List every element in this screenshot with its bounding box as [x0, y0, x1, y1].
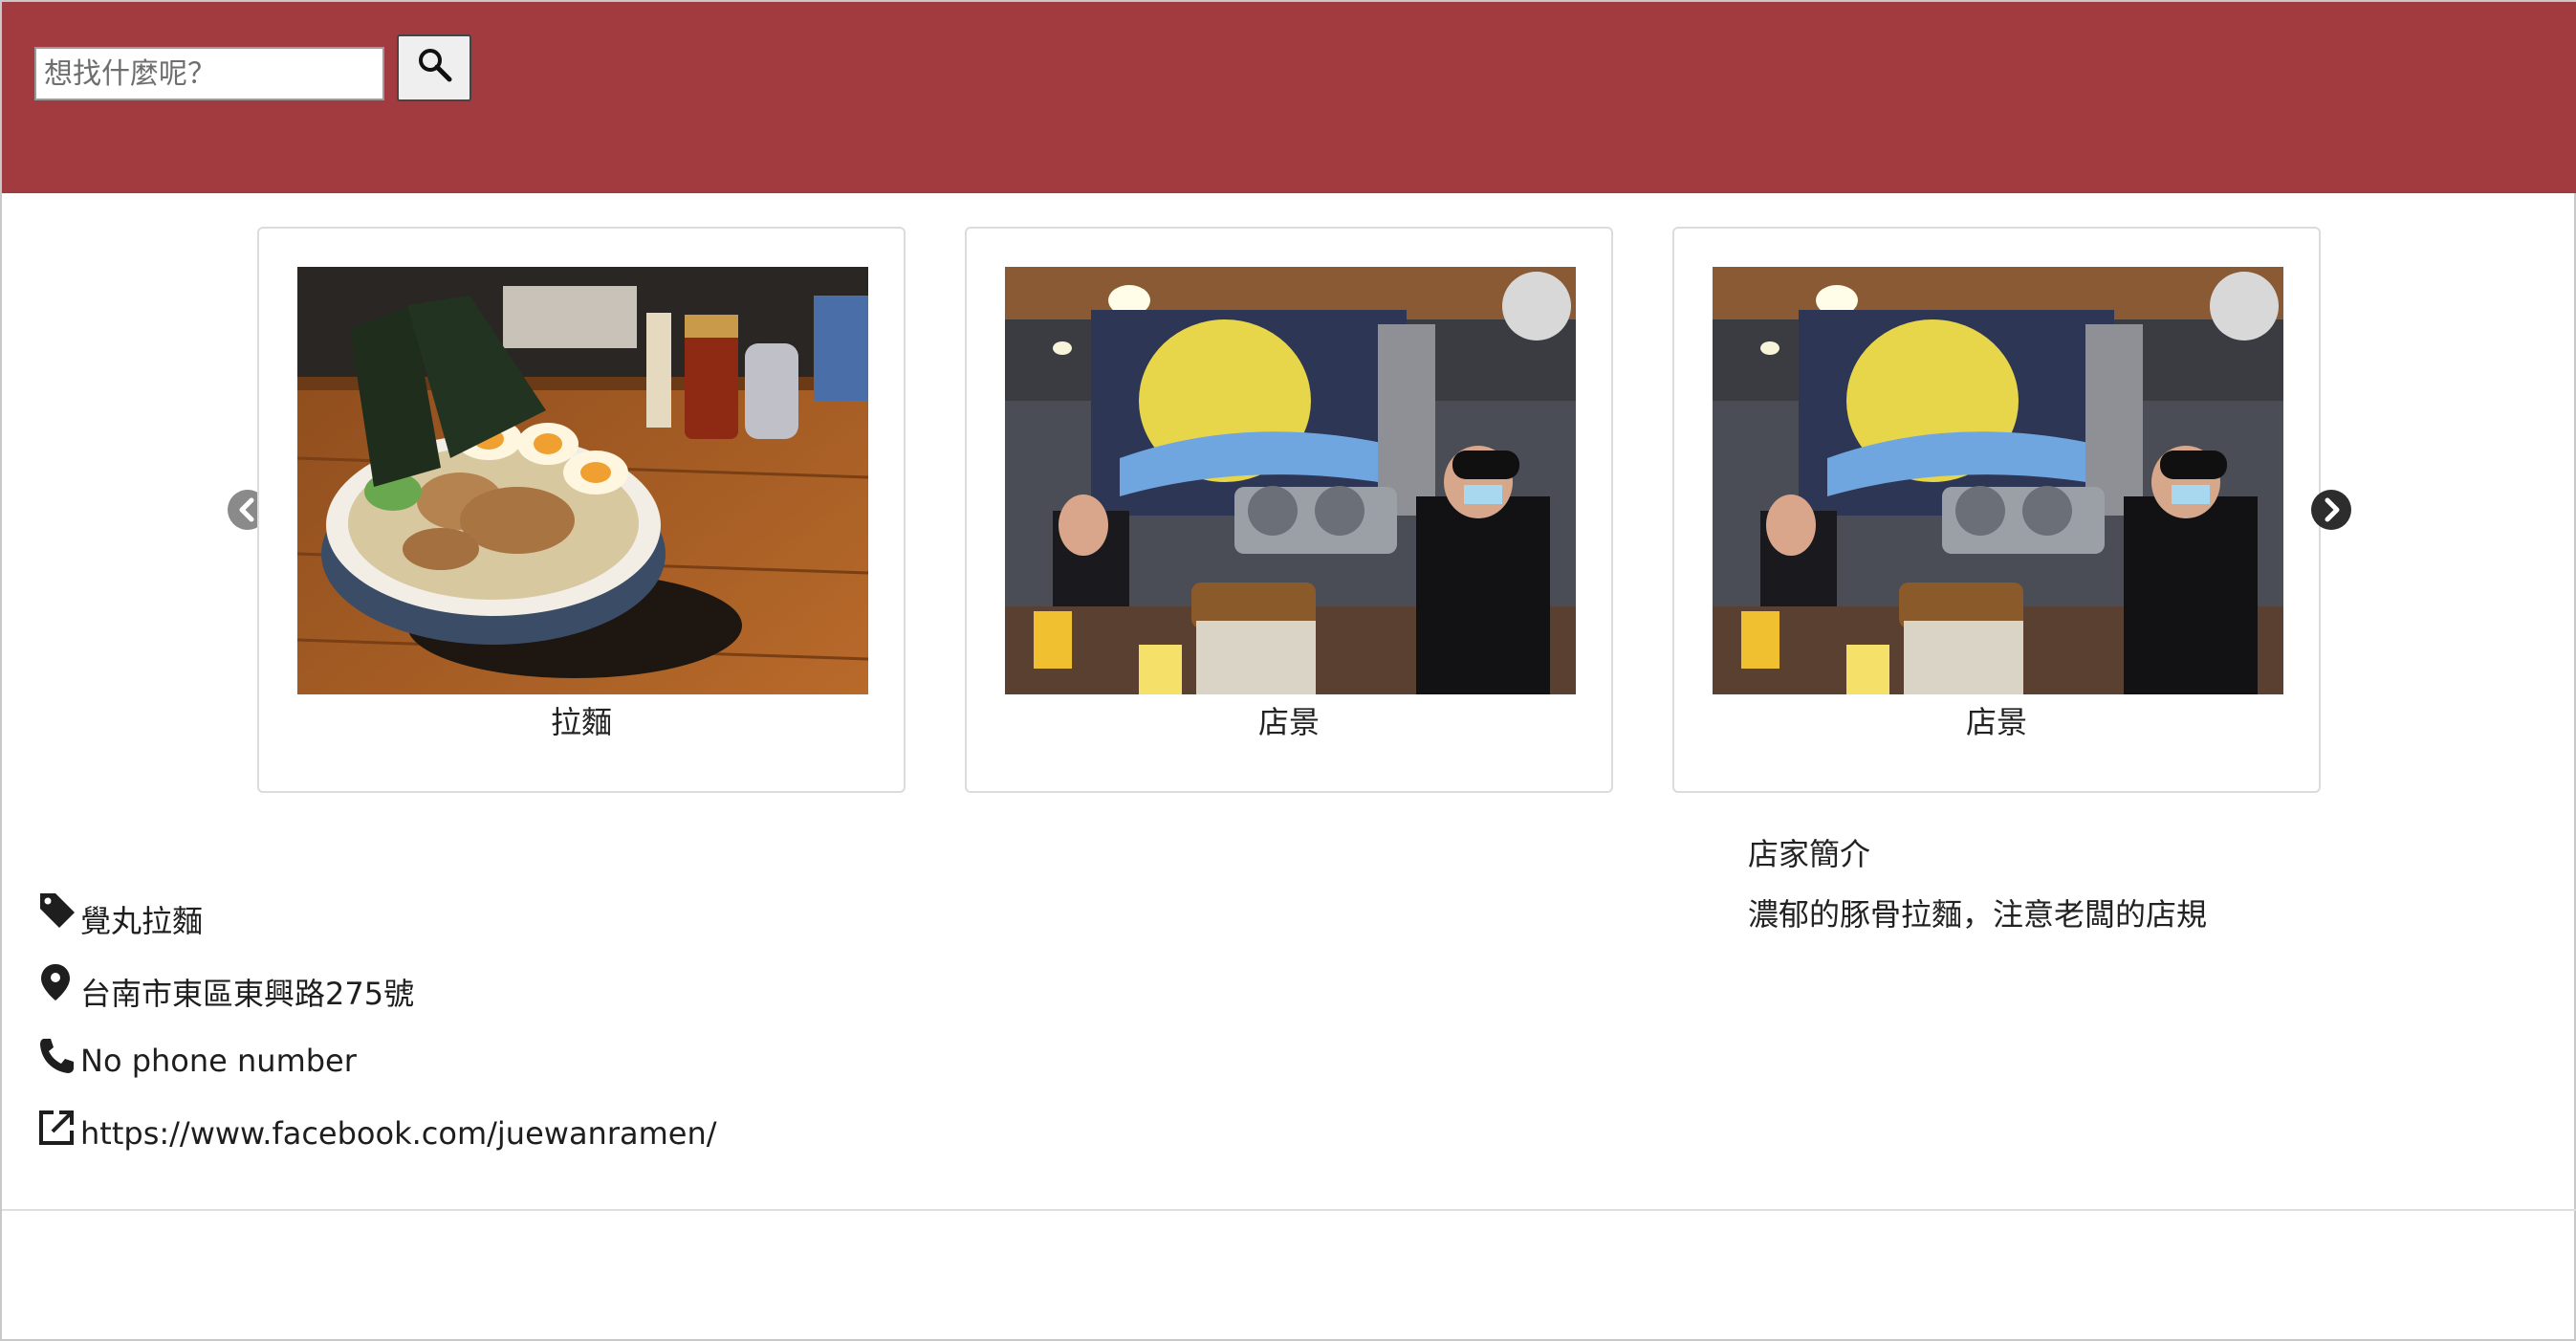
- intro-title: 店家簡介: [1748, 836, 1871, 872]
- carousel-card[interactable]: 店景: [1672, 227, 2321, 793]
- card-caption: 店景: [1257, 704, 1320, 740]
- intro-body: 濃郁的豚骨拉麵，注意老闆的店規: [1748, 896, 2208, 933]
- store-phone: No phone number: [80, 1043, 357, 1079]
- card-caption: 拉麵: [550, 704, 612, 740]
- shop-interior-photo: [1713, 267, 2283, 694]
- carousel-card[interactable]: 店景: [965, 227, 1613, 793]
- search-icon: [419, 49, 452, 82]
- search-button[interactable]: [397, 34, 471, 101]
- phone-icon: [40, 1039, 74, 1073]
- location-pin-icon: [41, 964, 70, 1000]
- external-link-icon: [39, 1110, 74, 1145]
- carousel-next-button[interactable]: [2311, 490, 2351, 530]
- store-name: 覺丸拉麵: [80, 903, 204, 939]
- store-website-link[interactable]: https://www.facebook.com/juewanramen/: [80, 1115, 717, 1152]
- store-address: 台南市東區東興路275號: [80, 976, 415, 1012]
- divider: [2, 1209, 2576, 1211]
- chevron-right-icon: [2325, 497, 2340, 522]
- search-input[interactable]: [34, 47, 384, 100]
- ramen-photo: [297, 267, 868, 694]
- header-bar: [2, 2, 2576, 193]
- tag-icon: [40, 893, 75, 928]
- shop-interior-photo: [1005, 267, 1576, 694]
- carousel-card[interactable]: 拉麵: [257, 227, 906, 793]
- card-caption: 店景: [1965, 704, 2027, 740]
